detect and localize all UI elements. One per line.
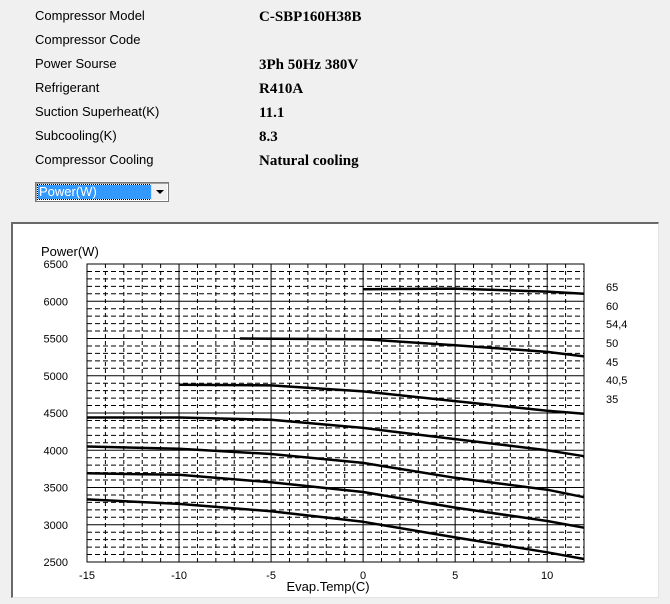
series-line-35 [86,498,585,561]
x-axis-label: Evap.Temp(C) [286,579,369,594]
legend-label: 65 [606,282,618,294]
x-tick-label: 10 [541,570,553,582]
legend-label: 45 [606,357,618,369]
y-tick-label: 3000 [44,520,68,532]
y-tick-label: 4000 [44,445,68,457]
y-axis-label: Power(W) [41,244,99,259]
x-tick-label: 5 [452,570,458,582]
legend-label: 40,5 [606,375,627,387]
legend-label: 54,4 [606,319,627,331]
legend-label: 50 [606,338,618,350]
y-tick-labels: 2500 3000 3500 4000 4500 5000 5500 6000 6500 [44,259,68,569]
y-tick-label: 4500 [44,408,68,420]
power-chart: -15 -10 -5 0 5 10 250030003500400045005000550… [41,244,627,594]
legend: 65 60 54,4 50 45 40,5 35 [606,282,627,406]
y-tick-label: 6500 [44,259,68,271]
y-tick-label: 3500 [44,483,68,495]
y-tick-label: 5500 [44,334,68,346]
series-layer [86,287,585,561]
legend-label: 60 [606,301,618,313]
y-tick-label: 6000 [44,296,68,308]
y-tick-label: 2500 [44,557,68,569]
legend-label: 35 [606,394,618,406]
x-tick-label: -5 [266,570,276,582]
y-tick-label: 5000 [44,371,68,383]
x-tick-label: -10 [171,570,187,582]
x-tick-label: -15 [79,570,95,582]
